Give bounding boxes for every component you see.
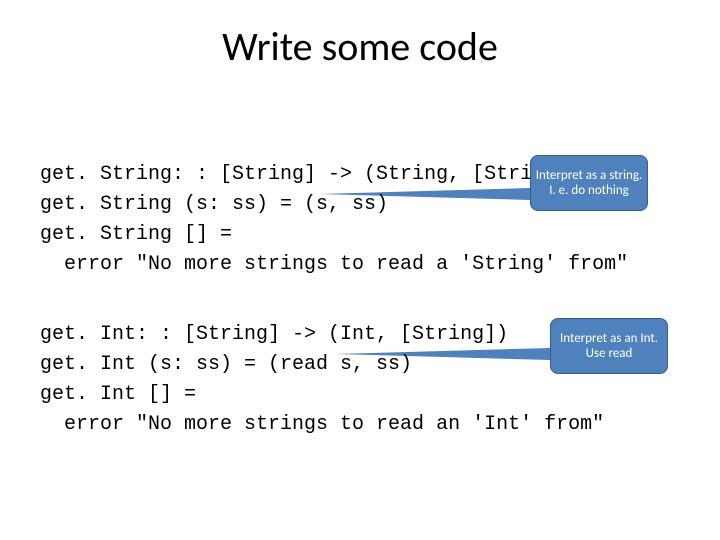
slide: Write some code get. String: : [String] … bbox=[0, 0, 720, 540]
code-line: error "No more strings to read an 'Int' … bbox=[40, 413, 604, 436]
code-block-getint: get. Int: : [String] -> (Int, [String]) … bbox=[40, 320, 604, 440]
callout-interpret-string: Interpret as a string. I. e. do nothing bbox=[530, 155, 648, 211]
code-line: get. String: : [String] -> (String, [Str… bbox=[40, 163, 580, 186]
code-line: error "No more strings to read a 'String… bbox=[40, 253, 628, 276]
code-line: get. Int: : [String] -> (Int, [String]) bbox=[40, 323, 508, 346]
code-line: get. Int [] = bbox=[40, 383, 196, 406]
callout-interpret-int: Interpret as an Int. Use read bbox=[550, 318, 668, 374]
code-line: get. Int (s: ss) = (read s, ss) bbox=[40, 353, 412, 376]
code-line: get. String [] = bbox=[40, 223, 232, 246]
code-line: get. String (s: ss) = (s, ss) bbox=[40, 193, 388, 216]
slide-title: Write some code bbox=[0, 22, 720, 71]
